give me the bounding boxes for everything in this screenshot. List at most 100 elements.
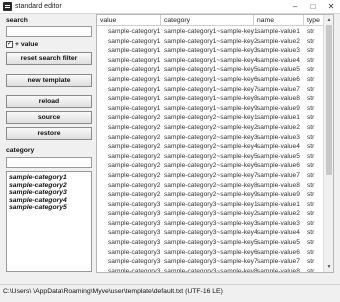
category-label: category (6, 147, 35, 154)
cell-value: sample-category3 (108, 239, 161, 247)
cell-category: sample-category3~sample-key3 (164, 219, 258, 227)
cell-value: sample-category1 (108, 56, 161, 64)
table-row[interactable]: sample-category2 sample-category2~sample-… (97, 142, 323, 152)
cell-name: sample-value6 (257, 248, 300, 256)
cell-type: str (307, 56, 315, 64)
cell-value: sample-category2 (108, 123, 161, 131)
header-category[interactable]: category (164, 17, 190, 24)
cell-name: sample-value6 (257, 75, 300, 83)
cell-type: str (307, 171, 315, 179)
cell-type: str (307, 95, 315, 103)
table-row[interactable]: sample-category2 sample-category2~sample-… (97, 113, 323, 123)
cell-type: str (307, 143, 315, 151)
header-type[interactable]: type (307, 17, 320, 24)
scroll-down-icon[interactable]: ▼ (325, 263, 333, 271)
table-row[interactable]: sample-category1 sample-category1~sample-… (97, 27, 323, 37)
cell-type: str (307, 28, 315, 35)
table-row[interactable]: sample-category1 sample-category1~sample-… (97, 94, 323, 104)
column-divider[interactable] (253, 15, 254, 26)
cell-value: sample-category1 (108, 66, 161, 74)
cell-name: sample-value5 (257, 152, 300, 160)
table-row[interactable]: sample-category3 sample-category3~sample-… (97, 200, 323, 210)
cell-type: str (307, 114, 315, 122)
cell-name: sample-value7 (257, 258, 300, 266)
new-template-button[interactable]: new template (6, 74, 92, 87)
table-row[interactable]: sample-category1 sample-category1~sample-… (97, 75, 323, 85)
table-row[interactable]: sample-category3 sample-category3~sample-… (97, 209, 323, 219)
table-row[interactable]: sample-category2 sample-category2~sample-… (97, 181, 323, 191)
table-row[interactable]: sample-category1 sample-category1~sample-… (97, 65, 323, 75)
header-value[interactable]: value (100, 17, 116, 24)
cell-value: sample-category1 (108, 85, 161, 93)
cell-category: sample-category2~sample-key1 (164, 114, 258, 122)
table-row[interactable]: sample-category2 sample-category2~sample-… (97, 171, 323, 181)
cell-value: sample-category1 (108, 47, 161, 55)
window-title: standard editor (15, 3, 62, 10)
table-row[interactable]: sample-category2 sample-category2~sample-… (97, 190, 323, 200)
app-icon (3, 2, 12, 11)
cell-value: sample-category2 (108, 162, 161, 170)
value-checkbox-label: + value (15, 41, 39, 48)
cell-category: sample-category2~sample-key6 (164, 162, 258, 170)
value-checkbox[interactable]: ✓ (6, 41, 13, 48)
status-divider (0, 284, 340, 285)
table-row[interactable]: sample-category3 sample-category3~sample-… (97, 228, 323, 238)
cell-value: sample-category1 (108, 28, 161, 35)
cell-category: sample-category2~sample-key7 (164, 171, 258, 179)
table-row[interactable]: sample-category3 sample-category3~sample-… (97, 219, 323, 229)
cell-name: sample-value8 (257, 95, 300, 103)
table-row[interactable]: sample-category1 sample-category1~sample-… (97, 104, 323, 114)
table-row[interactable]: sample-category2 sample-category2~sample-… (97, 152, 323, 162)
category-list-item[interactable]: sample-category4 (9, 197, 89, 205)
cell-category: sample-category1~sample-key8 (164, 95, 258, 103)
minimize-button[interactable]: – (286, 0, 304, 14)
category-input[interactable] (6, 157, 92, 168)
close-button[interactable]: ✕ (322, 0, 340, 14)
cell-value: sample-category2 (108, 152, 161, 160)
cell-value: sample-category3 (108, 219, 161, 227)
scroll-up-icon[interactable]: ▲ (325, 16, 333, 24)
restore-button[interactable]: restore (6, 127, 92, 140)
category-list-item[interactable]: sample-category3 (9, 189, 89, 197)
table-row[interactable]: sample-category3 sample-category3~sample-… (97, 238, 323, 248)
cell-type: str (307, 239, 315, 247)
cell-name: sample-value1 (257, 114, 300, 122)
cell-category: sample-category1~sample-key6 (164, 75, 258, 83)
vertical-scrollbar[interactable]: ▲ ▼ (323, 15, 333, 272)
table-row[interactable]: sample-category2 sample-category2~sample-… (97, 133, 323, 143)
table-row[interactable]: sample-category1 sample-category1~sample-… (97, 37, 323, 47)
category-list-item[interactable]: sample-category1 (9, 174, 89, 182)
category-list-item[interactable]: sample-category2 (9, 182, 89, 190)
reload-button[interactable]: reload (6, 95, 92, 108)
table-row[interactable]: sample-category3 sample-category3~sample-… (97, 248, 323, 258)
cell-name: sample-value4 (257, 56, 300, 64)
cell-category: sample-category3~sample-key7 (164, 258, 258, 266)
cell-value: sample-category1 (108, 75, 161, 83)
table-row[interactable]: sample-category2 sample-category2~sample-… (97, 161, 323, 171)
scroll-thumb[interactable] (326, 25, 332, 175)
cell-category: sample-category1~sample-key5 (164, 66, 258, 74)
table-row[interactable]: sample-category1 sample-category1~sample-… (97, 85, 323, 95)
status-bar: C:\Users\ \AppData\Roaming\Myve\user\tem… (0, 273, 340, 302)
table-row[interactable]: sample-category1 sample-category1~sample-… (97, 56, 323, 66)
column-divider[interactable] (303, 15, 304, 26)
category-list-item[interactable]: sample-category5 (9, 204, 89, 212)
column-divider[interactable] (160, 15, 161, 26)
table-row[interactable]: sample-category1 sample-category1~sample-… (97, 46, 323, 56)
table-row[interactable]: sample-category3 sample-category3~sample-… (97, 257, 323, 267)
cell-category: sample-category3~sample-key6 (164, 248, 258, 256)
source-button[interactable]: source (6, 111, 92, 124)
header-name[interactable]: name (257, 17, 274, 24)
cell-type: str (307, 152, 315, 160)
maximize-button[interactable]: □ (304, 0, 322, 14)
cell-type: str (307, 37, 315, 45)
reset-search-filter-button[interactable]: reset search filter (6, 52, 92, 65)
cell-name: sample-value2 (257, 37, 300, 45)
table-row[interactable]: sample-category2 sample-category2~sample-… (97, 123, 323, 133)
cell-category: sample-category2~sample-key3 (164, 133, 258, 141)
search-input[interactable] (6, 26, 92, 37)
cell-name: sample-value8 (257, 181, 300, 189)
entries-table: value category name type sample-category… (96, 14, 334, 273)
cell-value: sample-category2 (108, 181, 161, 189)
left-panel: search ✓ + value reset search filter new… (0, 14, 96, 273)
